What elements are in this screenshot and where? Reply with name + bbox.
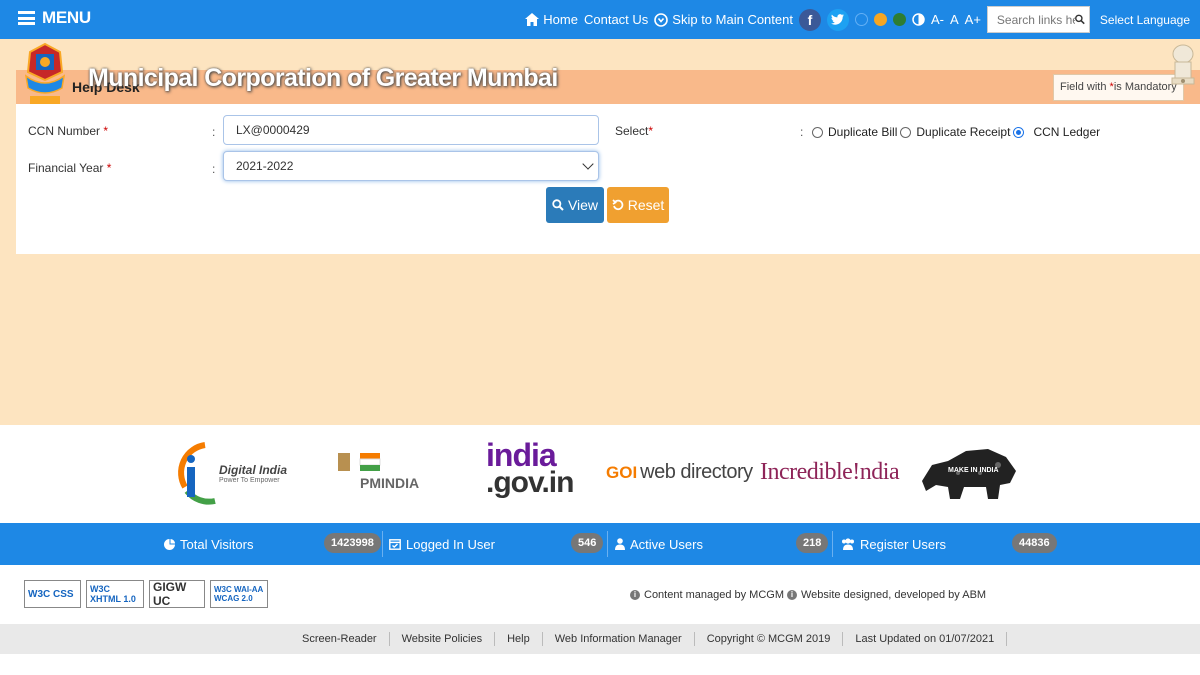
- refresh-icon: [612, 199, 623, 210]
- colon: :: [800, 125, 804, 139]
- footer-link-help[interactable]: Help: [495, 632, 543, 646]
- footer-link-web-information-manager[interactable]: Web Information Manager: [543, 632, 695, 646]
- radio-duplicate-receipt[interactable]: Duplicate Receipt: [900, 125, 1010, 139]
- view-button[interactable]: View: [546, 187, 604, 223]
- wcag-badge[interactable]: W3C WAI-AA WCAG 2.0: [210, 580, 268, 608]
- home-link[interactable]: Home: [525, 12, 578, 27]
- site-title: Municipal Corporation of Greater Mumbai: [88, 64, 558, 92]
- colon: :: [212, 162, 216, 176]
- contrast-icon[interactable]: [912, 13, 925, 26]
- font-normal-button[interactable]: A: [950, 12, 959, 27]
- register-users-stat: Register Users: [841, 523, 946, 565]
- footer-links: Screen-Reader Website Policies Help Web …: [290, 624, 1008, 654]
- copyright-text: Copyright © MCGM 2019: [695, 632, 844, 646]
- theme-green-icon[interactable]: [892, 13, 906, 26]
- footer-bar: Screen-Reader Website Policies Help Web …: [0, 624, 1200, 654]
- reset-button[interactable]: Reset: [607, 187, 669, 223]
- top-navigation-bar: MENU Home Contact Us Skip to Main Conten…: [0, 0, 1200, 39]
- total-visitors-stat: Total Visitors: [164, 523, 253, 565]
- partner-logos: Digital India Power To Empower PMINDIA i…: [0, 425, 1200, 523]
- india-gov-logo[interactable]: india .gov.in: [486, 439, 574, 498]
- compliance-badges: W3C CSS W3C XHTML 1.0 GIGW UC W3C WAI-AA…: [24, 580, 268, 608]
- make-in-india-logo[interactable]: MAKE IN INDIA: [918, 443, 1020, 505]
- designed-by-note: i Website designed, developed by ABM: [787, 589, 986, 601]
- logged-in-user-stat: Logged In User: [389, 523, 495, 565]
- theme-blue-icon[interactable]: [854, 13, 868, 26]
- incredible-india-logo[interactable]: Incredible!ndia: [760, 459, 900, 486]
- register-users-count: 44836: [1012, 533, 1057, 553]
- user-icon: [615, 538, 625, 550]
- info-icon: i: [630, 590, 640, 600]
- users-icon: [842, 538, 854, 550]
- radio-circle-selected[interactable]: [1013, 126, 1025, 138]
- report-type-radio-group: Duplicate Bill Duplicate Receipt CCN Led…: [812, 125, 1103, 139]
- font-decrease-button[interactable]: A-: [931, 12, 944, 27]
- search-input[interactable]: [996, 12, 1075, 27]
- statistics-bar: Total Visitors 1423998 Logged In User 54…: [0, 523, 1200, 565]
- font-increase-button[interactable]: A+: [965, 12, 981, 27]
- top-links: Home Contact Us Skip to Main Content f A…: [525, 6, 1190, 33]
- theme-orange-icon[interactable]: [873, 13, 887, 26]
- contact-us-link[interactable]: Contact Us: [584, 12, 648, 27]
- home-icon: [525, 13, 540, 26]
- arrow-circle-icon: [654, 12, 669, 27]
- mandatory-note: Field with *is Mandatory: [1053, 74, 1184, 101]
- calendar-check-icon: [389, 539, 401, 550]
- digital-india-icon: [178, 442, 216, 505]
- search-icon: [552, 199, 564, 211]
- select-language-dropdown[interactable]: Select Language: [1100, 13, 1190, 27]
- ccn-number-input[interactable]: [223, 115, 599, 145]
- content-managed-note: i Content managed by MCGM: [630, 589, 784, 601]
- skip-to-main-content-link[interactable]: Skip to Main Content: [654, 12, 793, 27]
- w3c-xhtml-badge[interactable]: W3C XHTML 1.0: [86, 580, 144, 608]
- financial-year-label: Financial Year *: [28, 161, 112, 175]
- total-visitors-count: 1423998: [324, 533, 381, 553]
- footer-link-screen-reader[interactable]: Screen-Reader: [290, 632, 390, 646]
- goi-web-directory-logo[interactable]: GOI web directory: [606, 461, 753, 484]
- radio-duplicate-bill[interactable]: Duplicate Bill: [812, 125, 897, 139]
- logged-in-user-count: 546: [571, 533, 604, 553]
- colon: :: [212, 125, 216, 139]
- digital-india-logo[interactable]: Digital India Power To Empower: [175, 437, 287, 509]
- divider: [607, 531, 608, 557]
- search-box: [986, 6, 1090, 33]
- divider: [832, 531, 833, 557]
- financial-year-select[interactable]: 2021-2022: [223, 151, 599, 181]
- divider: [382, 531, 383, 557]
- radio-circle[interactable]: [812, 126, 823, 138]
- menu-label: MENU: [42, 8, 91, 27]
- make-in-india-lion-icon: [922, 449, 1016, 499]
- radio-ccn-ledger[interactable]: CCN Ledger: [1013, 125, 1100, 139]
- pmindia-icon: [338, 453, 381, 471]
- twitter-icon[interactable]: [826, 8, 849, 31]
- info-icon: i: [787, 590, 797, 600]
- search-icon[interactable]: [1074, 13, 1085, 26]
- active-users-stat: Active Users: [615, 523, 703, 565]
- active-users-count: 218: [796, 533, 829, 553]
- w3c-css-badge[interactable]: W3C CSS: [24, 580, 81, 608]
- select-label: Select*: [615, 124, 654, 138]
- facebook-icon[interactable]: f: [798, 8, 821, 31]
- chevron-down-icon: [582, 158, 594, 170]
- national-emblem-icon: [1171, 44, 1195, 85]
- gigw-badge[interactable]: GIGW UC: [149, 580, 205, 608]
- radio-circle[interactable]: [900, 126, 912, 138]
- ccn-number-label: CCN Number *: [28, 124, 109, 138]
- mcgm-logo: [24, 42, 66, 104]
- pmindia-logo[interactable]: PMINDIA: [334, 449, 419, 491]
- footer-link-website-policies[interactable]: Website Policies: [390, 632, 496, 646]
- menu-button[interactable]: MENU: [18, 8, 91, 28]
- last-updated-text: Last Updated on 01/07/2021: [843, 632, 1008, 646]
- pie-chart-icon: [164, 538, 175, 550]
- hamburger-icon: [18, 11, 35, 25]
